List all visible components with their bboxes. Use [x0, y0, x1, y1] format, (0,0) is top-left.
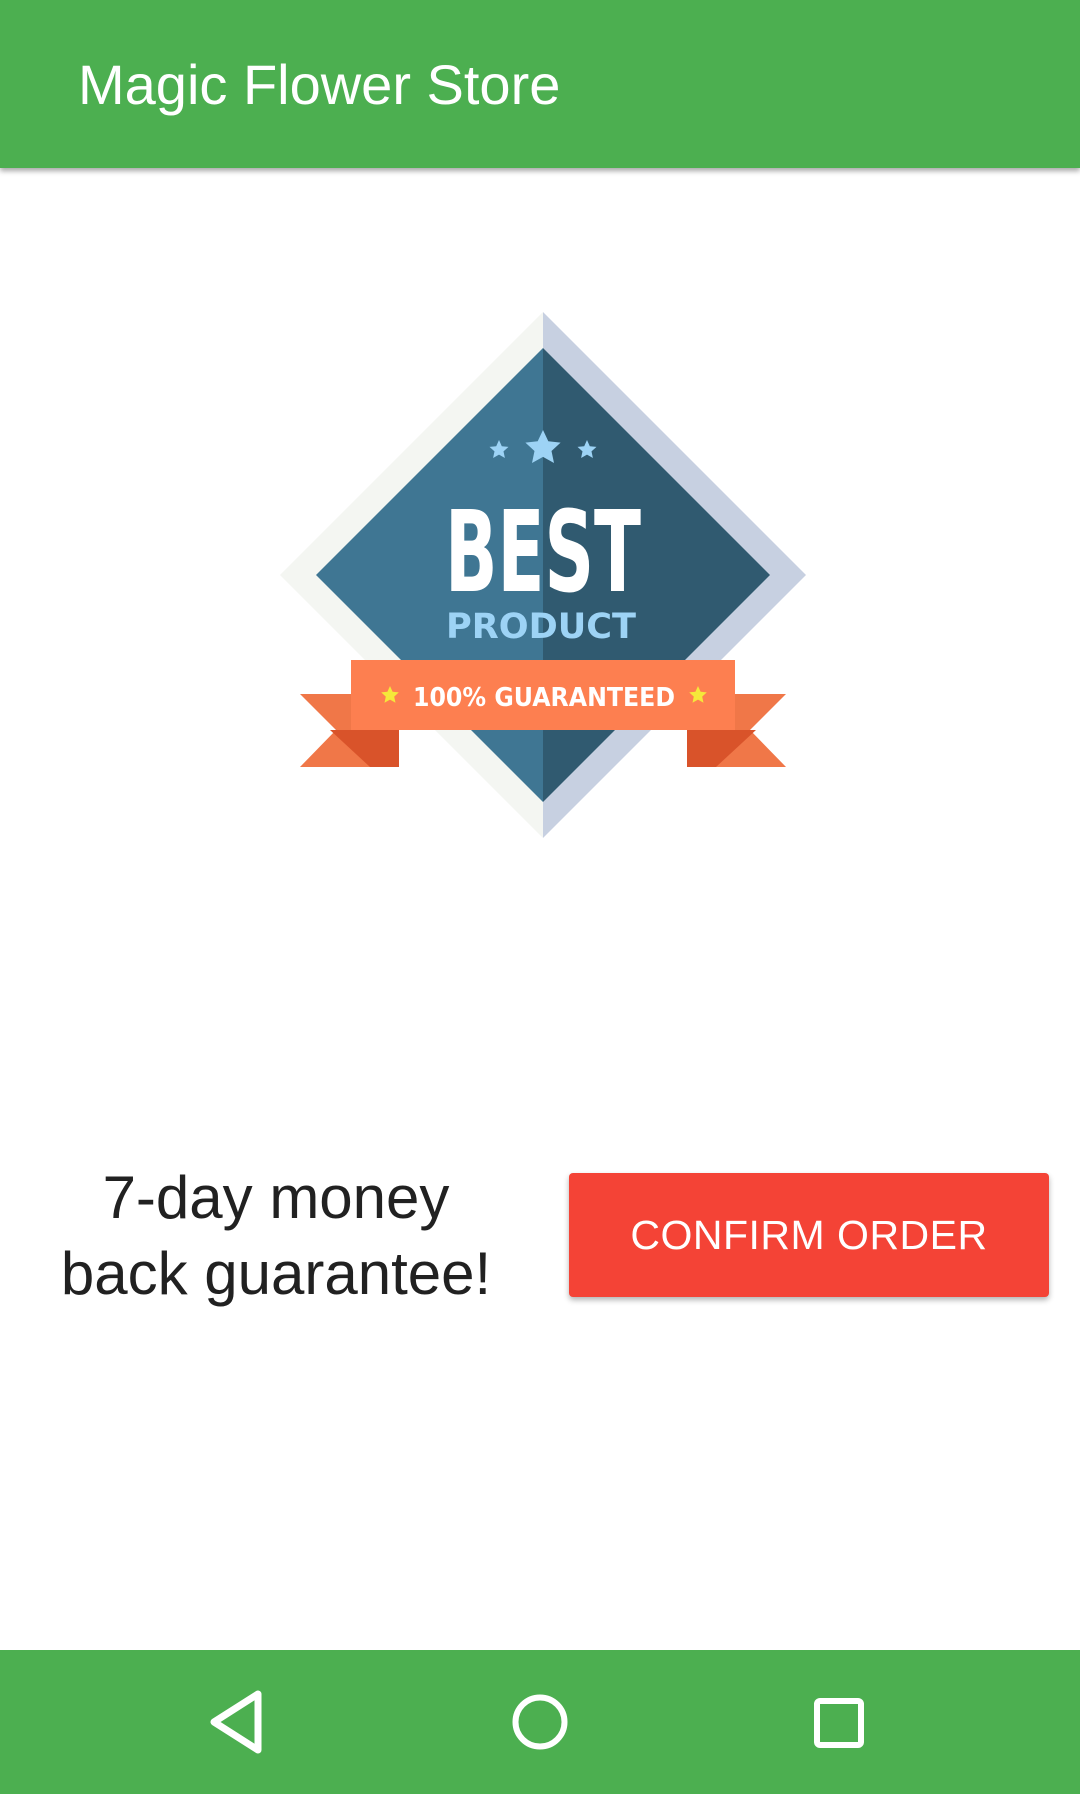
confirm-order-button[interactable]: CONFIRM ORDER [569, 1173, 1049, 1297]
app-title: Magic Flower Store [78, 53, 561, 116]
recents-button[interactable] [788, 1672, 888, 1772]
system-navigation-bar [0, 1650, 1080, 1794]
money-back-guarantee-text: 7-day money back guarantee! [20, 1160, 532, 1312]
recents-square-icon [814, 1698, 864, 1748]
ribbon-guaranteed-text: 100% GUARANTEED [413, 683, 675, 713]
home-circle-icon [512, 1694, 568, 1750]
app-bar: Magic Flower Store [0, 0, 1080, 168]
guarantee-line-2: back guarantee! [60, 1240, 492, 1307]
badge-product-text: PRODUCT [446, 607, 636, 647]
best-product-badge: BEST PRODUCT 100% GUARANTEED [280, 312, 806, 838]
back-triangle-icon [210, 1690, 262, 1754]
best-product-badge-graphic: BEST PRODUCT 100% GUARANTEED [280, 312, 806, 838]
badge-best-text: BEST [445, 488, 641, 618]
guarantee-line-1: 7-day money [102, 1164, 450, 1231]
back-button[interactable] [190, 1672, 290, 1772]
home-button[interactable] [490, 1672, 590, 1772]
